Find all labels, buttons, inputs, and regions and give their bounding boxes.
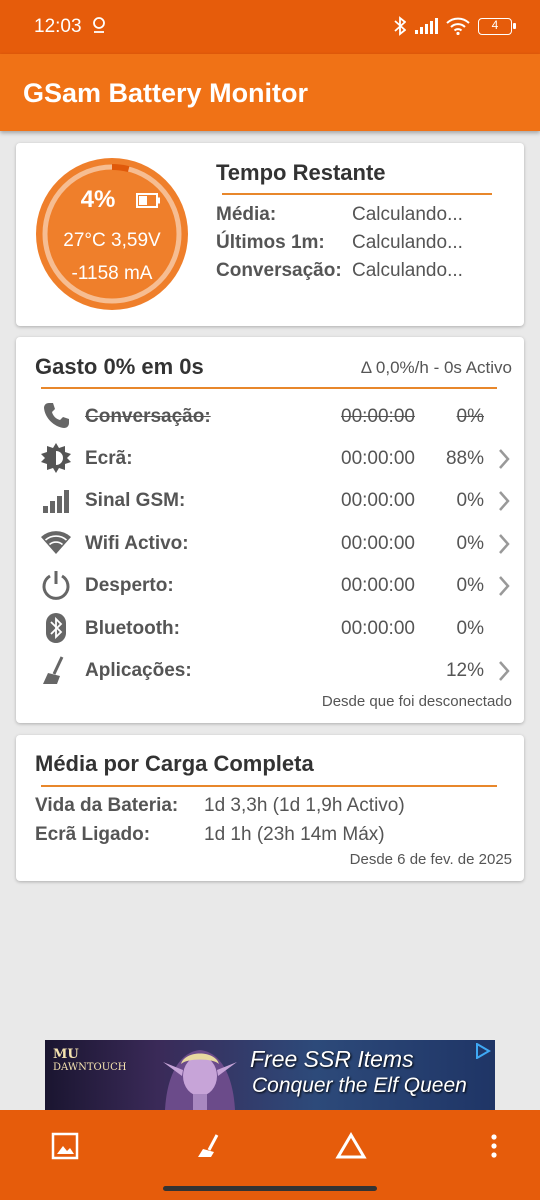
usage-row-signal[interactable]: Sinal GSM: 00:00:00 0% xyxy=(16,481,524,521)
screen-brightness-icon xyxy=(41,443,71,473)
chevron-right-icon xyxy=(499,661,510,681)
phone-icon xyxy=(44,403,69,428)
usage-time: 00:00:00 xyxy=(341,406,415,427)
usage-label: Desperto: xyxy=(85,575,174,596)
usage-footer: Desde que foi desconectado xyxy=(321,693,512,710)
full-charge-footer: Desde 6 de fev. de 2025 xyxy=(349,851,512,868)
usage-card: Gasto 0% em 0s Δ 0,0%/h - 0s Activo Conv… xyxy=(16,337,524,723)
title-divider xyxy=(41,387,497,389)
usage-percent: 0% xyxy=(456,490,484,511)
usage-row-screen[interactable]: Ecrã: 00:00:00 88% xyxy=(16,439,524,479)
full-charge-card: Média por Carga Completa Vida da Bateria… xyxy=(16,735,524,881)
app-title: GSam Battery Monitor xyxy=(23,78,309,108)
usage-label: Wifi Activo: xyxy=(85,533,189,554)
usage-percent: 0% xyxy=(456,575,484,596)
triangle-icon[interactable] xyxy=(335,1130,367,1162)
chevron-right-icon xyxy=(499,491,510,511)
remaining-time-title: Tempo Restante xyxy=(216,160,386,185)
remaining-label: Média: xyxy=(216,204,277,225)
usage-row-bluetooth: Bluetooth: 00:00:00 0% xyxy=(16,609,524,649)
status-bar: 12:03 4 xyxy=(0,0,540,54)
battery-status-icon: 4 xyxy=(478,17,516,35)
status-time: 12:03 xyxy=(34,16,82,37)
usage-row-apps[interactable]: Aplicações: 12% xyxy=(16,651,524,691)
signal-bars-icon xyxy=(43,490,69,513)
image-icon[interactable] xyxy=(49,1130,81,1162)
home-indicator[interactable] xyxy=(163,1186,377,1191)
chevron-right-icon xyxy=(499,534,510,554)
ad-headline: Free SSR Items xyxy=(250,1046,414,1072)
usage-label: Conversação: xyxy=(85,406,211,427)
remaining-value: Calculando... xyxy=(352,204,463,225)
ad-character-image xyxy=(163,1050,237,1110)
battery-percent: 4% xyxy=(80,186,116,213)
usage-time: 00:00:00 xyxy=(341,448,415,469)
remaining-label: Últimos 1m: xyxy=(216,232,325,253)
location-icon xyxy=(93,17,105,33)
usage-row-call: Conversação: 00:00:00 0% xyxy=(16,397,524,437)
battery-gauge[interactable]: 4% 27°C 3,59V -1158 mA xyxy=(34,156,190,312)
chevron-right-icon xyxy=(499,449,510,469)
power-icon xyxy=(42,571,70,600)
remaining-value: Calculando... xyxy=(352,260,463,281)
battery-status-level: 4 xyxy=(491,17,499,32)
app-bar: GSam Battery Monitor xyxy=(0,54,540,131)
ad-brand-line2: DAWNTOUCH xyxy=(53,1062,127,1074)
usage-percent: 12% xyxy=(445,660,484,681)
battery-status-card: 4% 27°C 3,59V -1158 mA Tempo Restante Mé… xyxy=(16,143,524,326)
full-charge-label: Ecrã Ligado: xyxy=(35,824,151,845)
broom-icon[interactable] xyxy=(193,1130,225,1162)
usage-percent: 0% xyxy=(456,533,484,554)
usage-row-awake[interactable]: Desperto: 00:00:00 0% xyxy=(16,566,524,606)
usage-title: Gasto 0% em 0s xyxy=(35,354,204,379)
current-draw: -1158 mA xyxy=(71,263,153,284)
ad-choices-icon[interactable] xyxy=(475,1043,491,1059)
usage-time: 00:00:00 xyxy=(341,490,415,511)
usage-label: Aplicações: xyxy=(85,660,192,681)
ad-brand-logo: MU DAWNTOUCH xyxy=(53,1047,127,1074)
wifi-status-icon xyxy=(446,17,470,35)
ad-subheadline: Conquer the Elf Queen xyxy=(252,1074,467,1097)
bluetooth-status-icon xyxy=(394,16,406,36)
usage-time: 00:00:00 xyxy=(341,618,415,639)
usage-time: 00:00:00 xyxy=(341,533,415,554)
remaining-value: Calculando... xyxy=(352,232,463,253)
full-charge-value: 1d 3,3h (1d 1,9h Activo) xyxy=(204,795,405,816)
battery-icon xyxy=(136,193,160,208)
usage-percent: 0% xyxy=(456,618,484,639)
full-charge-title: Média por Carga Completa xyxy=(35,751,314,776)
more-vert-icon[interactable] xyxy=(478,1130,510,1162)
chevron-right-icon xyxy=(499,576,510,596)
ad-banner[interactable]: MU DAWNTOUCH Free SSR Items Conquer the … xyxy=(45,1040,495,1110)
usage-label: Ecrã: xyxy=(85,448,133,469)
wifi-icon xyxy=(41,531,71,554)
signal-status-icon xyxy=(415,18,438,34)
usage-percent: 88% xyxy=(445,448,484,469)
bluetooth-icon xyxy=(46,613,66,643)
remaining-label: Conversação: xyxy=(216,260,342,281)
usage-rate: Δ 0,0%/h - 0s Activo xyxy=(360,358,512,377)
usage-row-wifi[interactable]: Wifi Activo: 00:00:00 0% xyxy=(16,524,524,564)
broom-icon xyxy=(43,656,64,684)
ad-brand-line1: MU xyxy=(53,1047,79,1062)
usage-label: Sinal GSM: xyxy=(85,490,186,511)
full-charge-label: Vida da Bateria: xyxy=(35,795,179,816)
battery-status-tip xyxy=(513,22,516,29)
usage-label: Bluetooth: xyxy=(85,618,180,639)
title-divider xyxy=(41,785,497,787)
usage-percent: 0% xyxy=(456,406,484,427)
full-charge-value: 1d 1h (23h 14m Máx) xyxy=(204,824,385,845)
status-icons: 4 xyxy=(394,14,516,38)
usage-time: 00:00:00 xyxy=(341,575,415,596)
temperature-voltage: 27°C 3,59V xyxy=(63,230,161,251)
title-divider xyxy=(222,193,492,195)
